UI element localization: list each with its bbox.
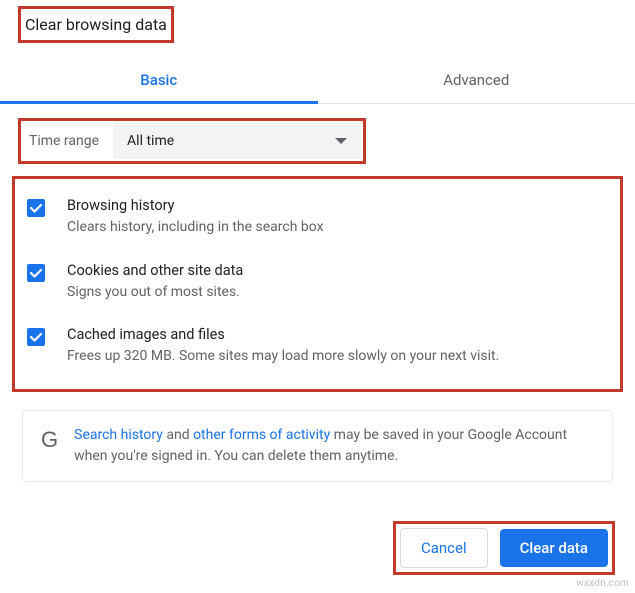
option-desc: Signs you out of most sites. [67, 283, 243, 303]
info-text-mid: and [163, 427, 193, 443]
dialog-actions: Cancel Clear data [393, 521, 615, 575]
check-icon [29, 330, 43, 344]
checkbox-cache[interactable] [27, 328, 45, 346]
time-range-select[interactable]: All time [113, 123, 361, 159]
option-title: Browsing history [67, 197, 324, 214]
chevron-down-icon [335, 138, 347, 144]
option-cache: Cached images and files Frees up 320 MB.… [21, 314, 614, 379]
option-browsing-history: Browsing history Clears history, includi… [21, 185, 614, 250]
watermark: wsxdn.com [576, 578, 629, 589]
tab-basic[interactable]: Basic [0, 57, 318, 103]
tabs: Basic Advanced [0, 57, 635, 104]
time-range-row: Time range All time [18, 118, 366, 164]
option-cookies: Cookies and other site data Signs you ou… [21, 250, 614, 315]
cancel-button[interactable]: Cancel [400, 528, 488, 568]
check-icon [29, 201, 43, 215]
link-search-history[interactable]: Search history [74, 427, 163, 443]
checkbox-browsing-history[interactable] [27, 199, 45, 217]
option-title: Cached images and files [67, 326, 499, 343]
time-range-label: Time range [23, 133, 113, 149]
option-title: Cookies and other site data [67, 262, 243, 279]
time-range-value: All time [127, 133, 174, 149]
option-desc: Frees up 320 MB. Some sites may load mor… [67, 347, 499, 367]
tab-advanced[interactable]: Advanced [318, 57, 635, 103]
dialog-title: Clear browsing data [18, 6, 174, 43]
google-logo-icon: G [41, 427, 58, 453]
google-account-info: G Search history and other forms of acti… [22, 410, 613, 482]
check-icon [29, 266, 43, 280]
link-other-activity[interactable]: other forms of activity [193, 427, 330, 443]
option-desc: Clears history, including in the search … [67, 218, 324, 238]
options-list: Browsing history Clears history, includi… [12, 176, 623, 392]
checkbox-cookies[interactable] [27, 264, 45, 282]
info-text: Search history and other forms of activi… [74, 425, 594, 467]
clear-data-button[interactable]: Clear data [500, 529, 608, 567]
